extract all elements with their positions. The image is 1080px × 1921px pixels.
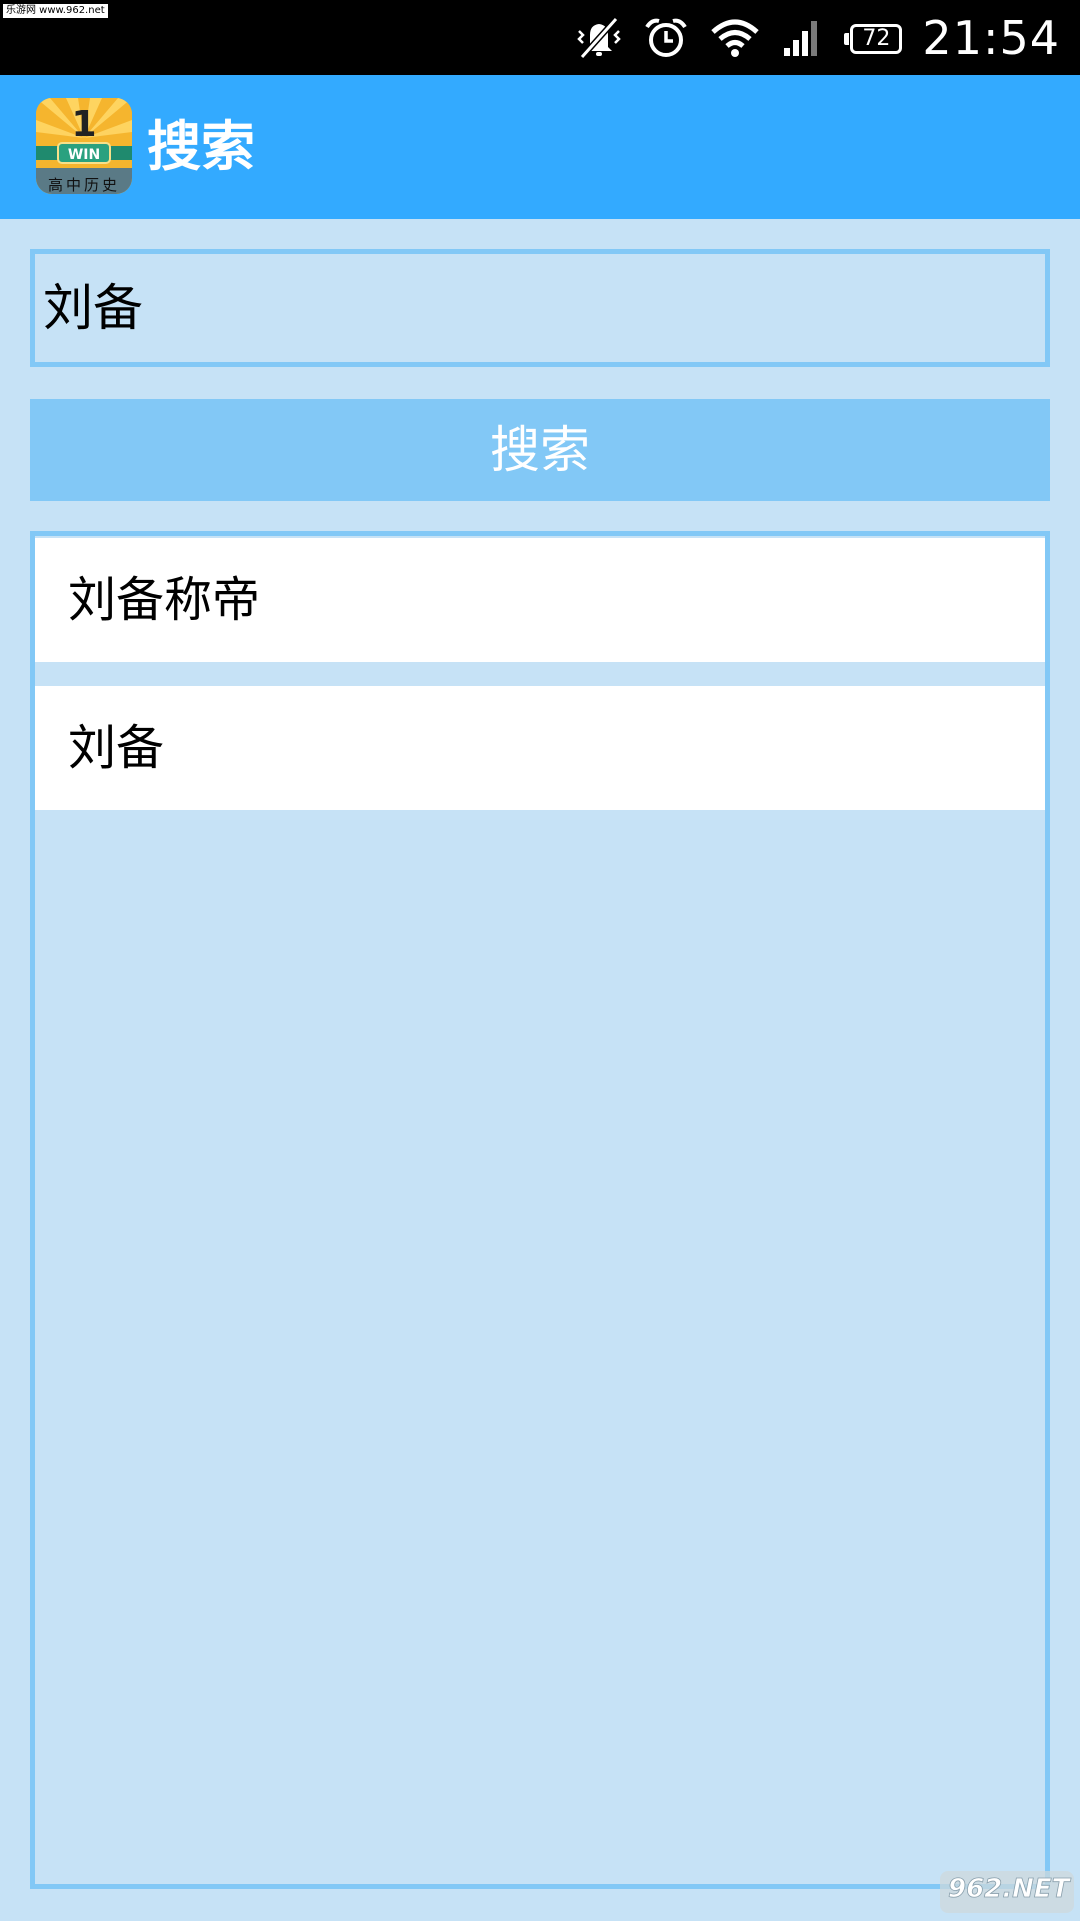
battery-level: 72 xyxy=(850,23,903,54)
search-button[interactable]: 搜索 xyxy=(30,399,1050,501)
app-logo-number: 1 xyxy=(71,104,96,145)
list-item[interactable]: 刘备 xyxy=(35,686,1045,810)
status-bar: 乐游网 www.962.net 72 21:54 xyxy=(0,0,1080,75)
status-icons: 72 21:54 xyxy=(576,0,1060,75)
app-bar: 1 WIN 高中历史 搜索 xyxy=(0,75,1080,219)
signal-icon xyxy=(784,20,818,56)
app-logo-subject: 高中历史 xyxy=(48,176,120,194)
watermark-bottom: 962.NET 乐游网 xyxy=(938,1867,1080,1917)
list-item[interactable]: 刘备称帝 xyxy=(35,538,1045,662)
page-title: 搜索 xyxy=(147,115,255,178)
app-logo-win: WIN xyxy=(68,147,100,163)
battery-icon: 72 xyxy=(844,23,903,54)
battery-tip xyxy=(844,32,850,45)
watermark-top: 乐游网 www.962.net xyxy=(3,4,108,18)
results-list: 刘备称帝 刘备 xyxy=(30,531,1050,1889)
search-input[interactable]: 刘备 xyxy=(30,249,1050,367)
alarm-icon xyxy=(645,18,688,57)
vibrate-off-icon xyxy=(577,16,622,59)
watermark-bottom-text: 962.NET 乐游网 xyxy=(948,1874,1078,1904)
status-clock: 21:54 xyxy=(922,10,1060,65)
wifi-icon xyxy=(711,19,760,57)
app-logo-icon[interactable]: 1 WIN 高中历史 xyxy=(36,98,132,194)
